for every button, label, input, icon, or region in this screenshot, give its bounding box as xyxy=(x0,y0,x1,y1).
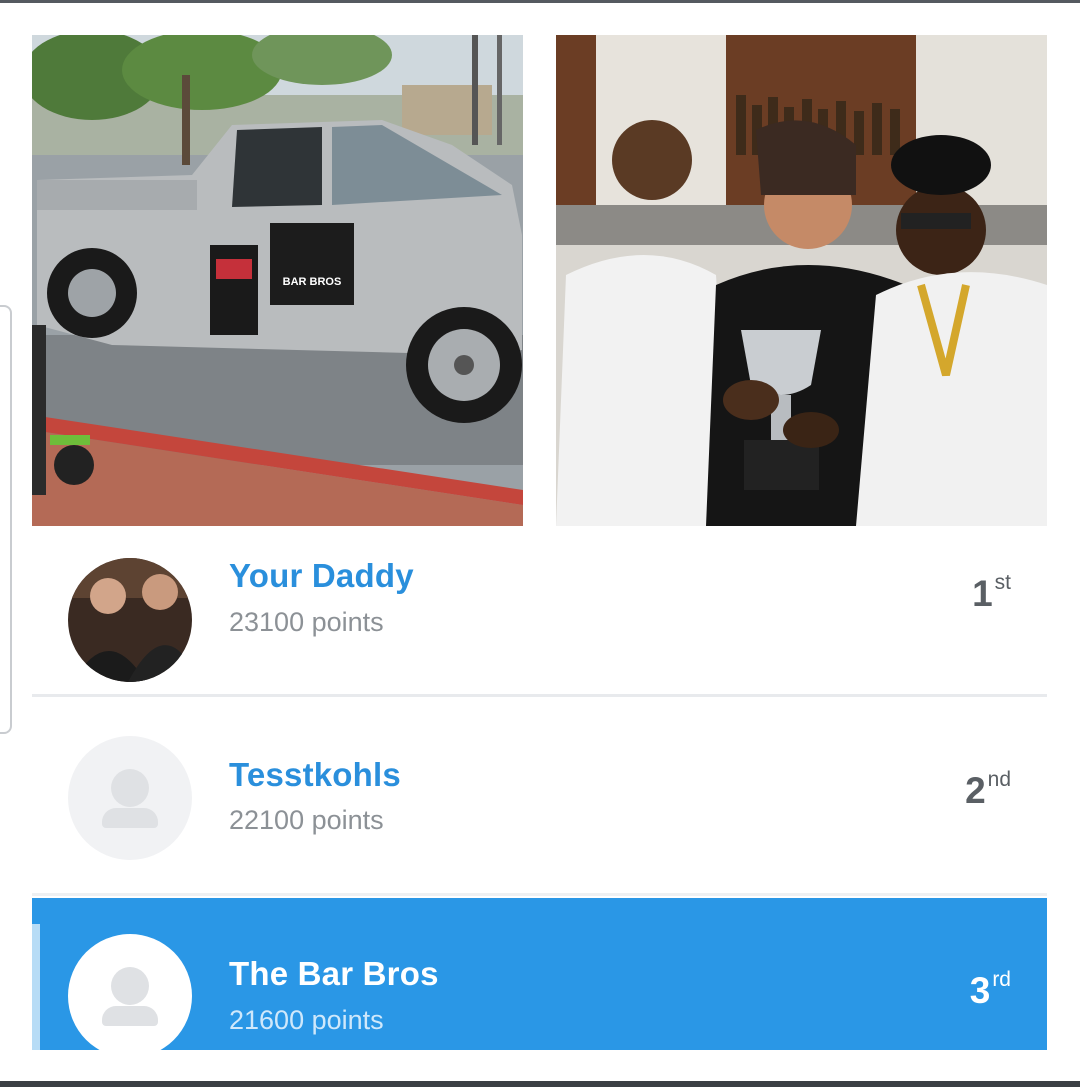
svg-text:BAR BROS: BAR BROS xyxy=(283,276,342,288)
player-name[interactable]: Tesstkohls xyxy=(229,756,401,794)
player-points: 22100 points xyxy=(229,805,384,835)
side-drawer-handle[interactable] xyxy=(0,305,12,734)
row-divider xyxy=(32,694,1047,697)
rank-number: 2 xyxy=(965,770,986,811)
truck-photo[interactable]: BAR BROS xyxy=(32,35,523,526)
player-rank: 1st xyxy=(972,570,1011,615)
row-divider xyxy=(32,893,1047,896)
player-points: 23100 points xyxy=(229,607,384,637)
leaderboard-row[interactable]: Your Daddy 23100 points 1st xyxy=(32,535,1047,695)
leaderboard-row[interactable]: Tesstkohls 22100 points 2nd xyxy=(32,698,1047,893)
player-points: 21600 points xyxy=(229,1005,384,1035)
rank-number: 1 xyxy=(972,573,993,614)
avatar-placeholder-icon xyxy=(68,934,192,1050)
rank-number: 3 xyxy=(969,970,991,1011)
player-name[interactable]: The Bar Bros xyxy=(229,955,439,993)
rank-suffix: rd xyxy=(992,967,1011,991)
avatar xyxy=(68,558,192,682)
trophy-photo[interactable] xyxy=(556,35,1047,526)
top-border xyxy=(0,0,1080,3)
avatar-placeholder-icon xyxy=(68,736,192,860)
player-rank: 3rd xyxy=(969,967,1011,1012)
rank-suffix: st xyxy=(994,570,1011,594)
bottom-border xyxy=(0,1081,1080,1087)
rank-suffix: nd xyxy=(987,767,1011,791)
player-rank: 2nd xyxy=(965,767,1011,812)
row-edge xyxy=(32,924,40,1050)
player-name[interactable]: Your Daddy xyxy=(229,557,414,595)
leaderboard-row-highlighted[interactable]: The Bar Bros 21600 points 3rd xyxy=(32,898,1047,1050)
